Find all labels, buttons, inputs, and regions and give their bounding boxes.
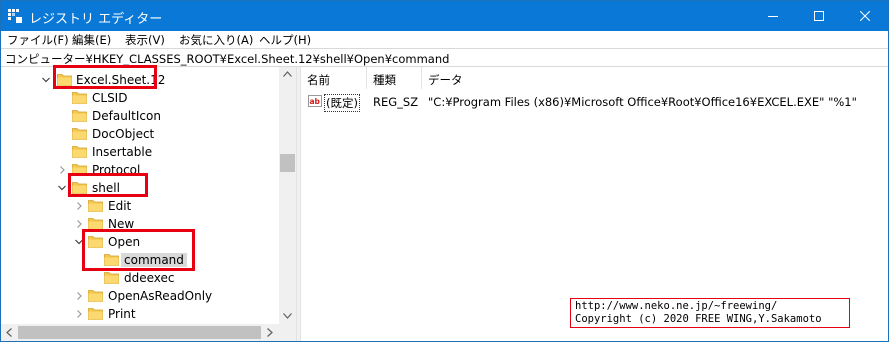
scroll-down-icon[interactable]: [283, 313, 292, 319]
tree-horizontal-scrollbar[interactable]: [1, 324, 279, 341]
folder-icon: [104, 272, 119, 284]
chevron-right-icon[interactable]: [74, 219, 84, 229]
tree-node-label: Protocol: [92, 163, 141, 177]
tree-node[interactable]: CLSID: [1, 89, 279, 107]
folder-icon: [104, 254, 119, 266]
address-path[interactable]: コンピューター¥HKEY_CLASSES_ROOT¥Excel.Sheet.12…: [5, 51, 449, 67]
folder-icon: [72, 92, 87, 104]
column-data-label: データ: [428, 73, 463, 87]
tree-node[interactable]: Edit: [1, 197, 279, 215]
tree-node[interactable]: Print: [1, 305, 279, 323]
scroll-up-icon[interactable]: [283, 71, 292, 77]
folder-icon: [88, 200, 103, 212]
tree-node-label: ddeexec: [124, 271, 175, 285]
tree-vscroll-thumb[interactable]: [280, 154, 295, 172]
tree-node[interactable]: Protocol: [1, 161, 279, 179]
tree-node[interactable]: DefaultIcon: [1, 107, 279, 125]
copyright-watermark: http://www.neko.ne.jp/~freewing/ Copyrig…: [570, 298, 850, 328]
tree-node-label: Edit: [108, 199, 132, 213]
folder-icon: [57, 74, 72, 86]
window-title: レジストリ エディター: [29, 12, 163, 27]
folder-icon: [72, 110, 87, 122]
value-name: (既定): [324, 94, 360, 112]
watermark-copyright: Copyright (c) 2020 FREE WING,Y.Sakamoto: [575, 313, 822, 325]
maximize-button[interactable]: [796, 1, 842, 31]
tree-node-label: command: [121, 253, 187, 267]
tree-node-label: DefaultIcon: [92, 109, 161, 123]
menu-favorites[interactable]: お気に入り(A): [179, 32, 253, 48]
menu-bar: ファイル(F) 編集(E) 表示(V) お気に入り(A) ヘルプ(H): [1, 31, 888, 48]
registry-editor-window: レジストリ エディター ファイル(F) 編集(E) 表示(V) お気に入り(A)…: [0, 0, 889, 342]
folder-icon: [72, 128, 87, 140]
tree-node-label: OpenAsReadOnly: [108, 289, 213, 303]
tree-node[interactable]: ddeexec: [1, 269, 279, 287]
svg-text:ab: ab: [310, 97, 321, 106]
column-type-label: 種類: [373, 73, 396, 87]
tree-node-label: Excel.Sheet.12: [76, 73, 166, 87]
scroll-left-icon[interactable]: [6, 328, 12, 337]
tree-node[interactable]: Open: [1, 233, 279, 251]
chevron-down-icon[interactable]: [41, 75, 51, 85]
folder-icon: [72, 146, 87, 158]
scrollbar-corner: [279, 324, 296, 341]
tree-node[interactable]: shell: [1, 179, 279, 197]
address-bar[interactable]: コンピューター¥HKEY_CLASSES_ROOT¥Excel.Sheet.12…: [1, 48, 888, 67]
column-header-name[interactable]: 名前: [301, 67, 367, 89]
tree-node[interactable]: command: [1, 251, 279, 269]
key-tree-pane: Excel.Sheet.12 CLSID DefaultIcon DocObject I…: [1, 67, 296, 341]
tree-node[interactable]: DocObject: [1, 125, 279, 143]
column-header-data[interactable]: データ: [422, 67, 888, 89]
tree-node-label: DocObject: [92, 127, 155, 141]
folder-icon: [88, 236, 103, 248]
tree-node-label: Print: [108, 307, 136, 321]
chevron-right-icon[interactable]: [74, 309, 84, 319]
folder-icon: [88, 218, 103, 230]
chevron-down-icon[interactable]: [74, 237, 84, 247]
tree-node-label: New: [108, 217, 135, 231]
regedit-app-icon: [8, 9, 22, 23]
tree-node[interactable]: OpenAsReadOnly: [1, 287, 279, 305]
tree-node-label: Open: [108, 235, 141, 249]
value-data: "C:¥Program Files (x86)¥Microsoft Office…: [428, 95, 857, 109]
maximize-icon: [814, 11, 824, 21]
chevron-right-icon[interactable]: [57, 165, 67, 175]
chevron-down-icon[interactable]: [57, 183, 67, 193]
chevron-right-icon[interactable]: [74, 291, 84, 301]
string-value-icon: ab: [308, 95, 322, 107]
folder-icon: [88, 290, 103, 302]
menu-file[interactable]: ファイル(F): [7, 32, 69, 48]
value-row[interactable]: ab (既定) REG_SZ "C:¥Program Files (x86)¥M…: [301, 93, 888, 112]
title-bar[interactable]: レジストリ エディター: [1, 1, 888, 31]
tree-node[interactable]: Excel.Sheet.12: [1, 71, 279, 89]
menu-help[interactable]: ヘルプ(H): [259, 32, 311, 48]
value-type: REG_SZ: [373, 95, 419, 109]
folder-icon: [72, 164, 87, 176]
close-icon: [860, 11, 870, 21]
tree-hscroll-thumb[interactable]: [18, 326, 261, 339]
chevron-right-icon[interactable]: [74, 201, 84, 211]
minimize-button[interactable]: [750, 1, 796, 31]
tree-node-label: shell: [92, 181, 120, 195]
close-button[interactable]: [842, 1, 888, 31]
scroll-right-icon[interactable]: [267, 328, 273, 337]
watermark-url: http://www.neko.ne.jp/~freewing/: [575, 300, 778, 312]
menu-edit[interactable]: 編集(E): [72, 32, 111, 48]
tree-node-label: CLSID: [92, 91, 128, 105]
tree-node[interactable]: New: [1, 215, 279, 233]
column-header-type[interactable]: 種類: [367, 67, 422, 89]
minimize-icon: [768, 16, 778, 17]
menu-view[interactable]: 表示(V): [125, 32, 165, 48]
folder-icon: [88, 308, 103, 320]
tree-node[interactable]: Insertable: [1, 143, 279, 161]
tree-vertical-scrollbar[interactable]: [279, 67, 296, 324]
folder-icon: [72, 182, 87, 194]
column-name-label: 名前: [307, 73, 330, 87]
tree-node-label: Insertable: [92, 145, 153, 159]
